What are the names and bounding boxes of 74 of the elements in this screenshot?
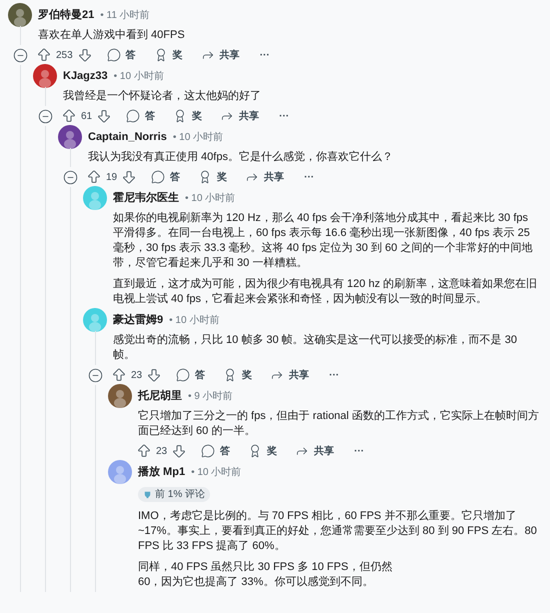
collapse-icon[interactable] [62, 170, 78, 184]
share-button[interactable]: 共享 [245, 170, 284, 184]
timestamp: • 11 小时前 [100, 8, 150, 22]
upvote-icon[interactable] [61, 108, 77, 124]
author-name[interactable]: 托尼胡里 [138, 388, 182, 404]
avatar-icon[interactable] [58, 125, 82, 149]
comment-text: 感觉出奇的流畅，只比 10 帧多 30 帧。这确实是这一代可以接受的标准，而不是 30 帧。 [113, 333, 518, 363]
collapse-icon[interactable] [38, 108, 52, 124]
author-name[interactable]: 豪达雷姆9 [113, 312, 164, 328]
comment-icon [176, 368, 190, 382]
author-name[interactable]: KJagz33 [63, 68, 108, 84]
share-button[interactable]: 共享 [200, 48, 240, 62]
comment-text: 喜欢在单人游戏中看到 40FPS [38, 28, 186, 43]
comment-text: 我曾经是一个怀疑论者，这太他妈的好了 [63, 89, 262, 104]
comment-icon [151, 170, 166, 184]
more-button[interactable]: ··· [279, 108, 290, 124]
upvote-icon[interactable] [136, 443, 152, 459]
more-button[interactable]: ··· [329, 368, 340, 382]
comment-text: 它只增加了三分之一的 fps，但由于 rational 函数的工作方式，它实际上在帧时间方面已经达到 60 的一半。 [138, 409, 540, 439]
timestamp: • 9 小时前 [188, 390, 233, 404]
vote-count: 23 [130, 368, 144, 382]
comment-text: 直到最近，这才成为可能，因为很少有电视具有 120 hz 的刷新率，这意味着如果您在旧电视上尝试 40 fps，它看起来会紧张和奇怪，因为帧没有以一致的时间显示。 [113, 277, 538, 307]
award-button[interactable]: 奖 [248, 444, 278, 458]
upvote-icon[interactable] [86, 169, 102, 185]
collapse-icon[interactable] [88, 368, 102, 382]
award-button[interactable]: 奖 [223, 368, 252, 382]
reply-button[interactable]: 答 [126, 108, 156, 124]
trophy-icon [143, 490, 152, 499]
more-button[interactable]: ··· [354, 444, 364, 458]
author-name[interactable]: 罗伯特曼21 [38, 6, 94, 24]
comment-icon [126, 109, 140, 123]
author-name[interactable]: 播放 Mp1 [138, 464, 186, 480]
share-button[interactable]: 共享 [270, 368, 310, 382]
timestamp: • 10 小时前 [114, 70, 164, 84]
downvote-icon[interactable] [76, 47, 93, 63]
more-button[interactable]: ··· [260, 48, 270, 62]
comment-text: 如果你的电视刷新率为 120 Hz，那么 40 fps 会干净利落地分成其中，看起来比 30 fps 平滑得多。在同一台电视上，60 fps 表示每 16.6 毫秒出现一张新图像，40 fps 表示 25 毫秒，30 fps 表示 33.3 毫秒。这将 40 fps 定位为 30 到 60 之间的一个非常好的中间地带，尽管它看起来几乎和 30 一样糟糕。 [113, 211, 534, 271]
avatar-icon[interactable] [8, 3, 32, 27]
comment-text: 同样，40 FPS 虽然只比 30 FPS 多 10 FPS，但仍然 [138, 560, 394, 575]
reply-button[interactable]: 答 [106, 48, 136, 62]
downvote-icon[interactable] [96, 108, 112, 124]
timestamp: • 10 小时前 [169, 314, 220, 328]
vote-count: 23 [155, 444, 168, 458]
reply-button[interactable]: 答 [176, 368, 206, 382]
share-button[interactable]: 共享 [295, 444, 334, 458]
downvote-icon[interactable] [121, 169, 138, 185]
more-button[interactable]: ··· [304, 170, 314, 184]
upvote-icon[interactable] [111, 367, 127, 383]
comment-text: 我认为我没有真正使用 40fps。它是什么感觉，你喜欢它什么？ [88, 150, 394, 165]
author-name[interactable]: Captain_Norris [88, 128, 167, 146]
avatar-icon[interactable] [108, 384, 132, 408]
vote-count: 61 [80, 110, 94, 124]
reply-button[interactable]: 答 [151, 170, 180, 184]
collapse-icon[interactable] [12, 48, 28, 62]
downvote-icon[interactable] [146, 367, 162, 383]
upvote-icon[interactable] [36, 47, 52, 63]
vote-count: 253 [55, 48, 74, 62]
timestamp: • 10 小时前 [172, 130, 224, 144]
comment-text: 60，因为它也提高了 33%。你可以感觉到不同。 [138, 575, 374, 590]
downvote-icon[interactable] [171, 443, 188, 459]
award-button[interactable]: 奖 [154, 48, 183, 62]
share-button[interactable]: 共享 [220, 108, 260, 124]
comment-text: IMO，考虑它是比例的。与 70 FPS 相比，60 FPS 并不那么重要。它只增加了 ~17%。事实上，要看到真正的好处，您通常需要至少达到 80 到 90 FPS 左右。80 FPS 比 33 FPS 提高了 60%。 [138, 509, 538, 554]
timestamp: • 10 小时前 [191, 466, 242, 480]
reply-button[interactable]: 答 [201, 444, 230, 458]
author-name[interactable]: 霍尼韦尔医生 [113, 190, 179, 206]
comment-icon [106, 48, 121, 62]
award-button[interactable]: 奖 [198, 170, 228, 184]
award-button[interactable]: 奖 [173, 108, 202, 124]
comment-icon [201, 444, 216, 458]
vote-count: 19 [105, 170, 118, 184]
flair-badge: 前 1% 评论 [138, 487, 210, 502]
timestamp: • 10 小时前 [185, 192, 236, 206]
avatar-icon[interactable] [33, 64, 57, 88]
